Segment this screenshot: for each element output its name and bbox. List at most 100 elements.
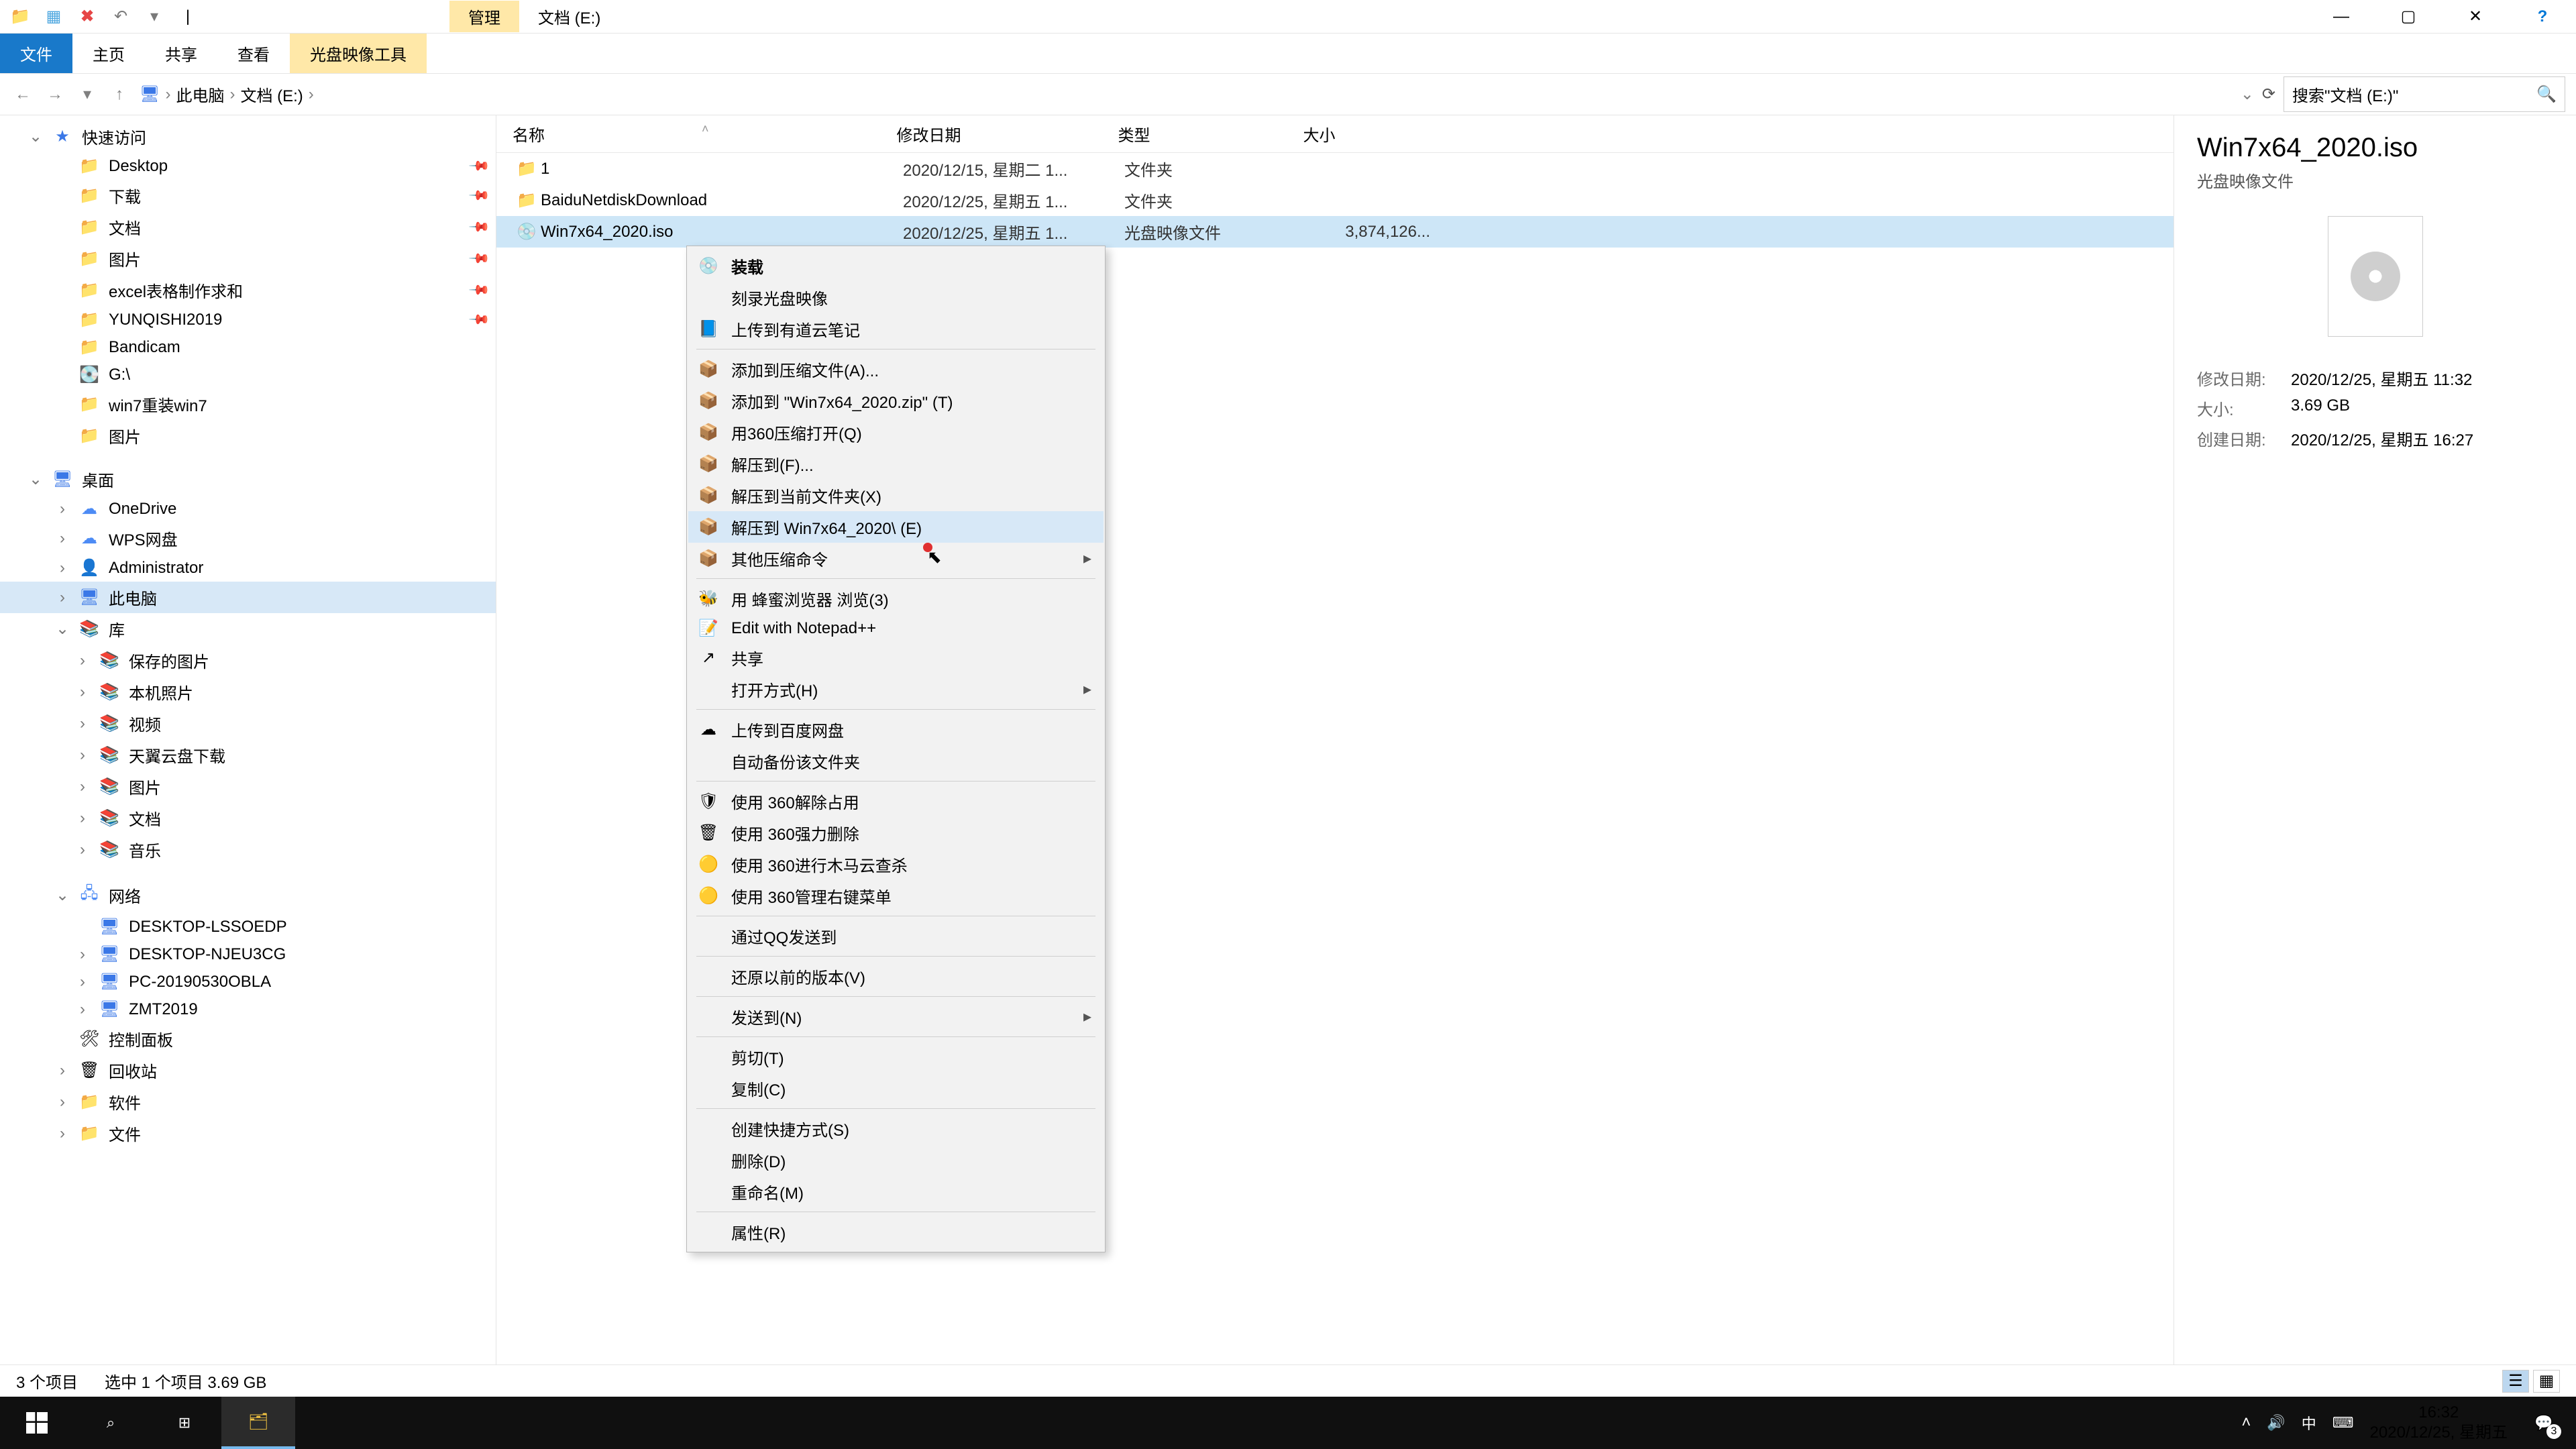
- tree-node[interactable]: ›📚音乐: [0, 834, 496, 865]
- tree-node[interactable]: 💽G:\: [0, 361, 496, 388]
- tree-node[interactable]: ›☁WPS网盘: [0, 523, 496, 554]
- menu-item[interactable]: ☁上传到百度网盘: [688, 714, 1104, 745]
- chevron-icon[interactable]: ›: [55, 529, 70, 548]
- tree-node[interactable]: ›🖥PC-20190530OBLA: [0, 968, 496, 996]
- chevron-icon[interactable]: ›: [75, 809, 90, 828]
- menu-item[interactable]: ↗共享: [688, 642, 1104, 674]
- search-input[interactable]: 搜索"文档 (E:)" 🔍: [2284, 76, 2565, 112]
- tree-node[interactable]: ›🖥此电脑: [0, 582, 496, 613]
- menu-item[interactable]: 打开方式(H)▸: [688, 674, 1104, 705]
- tree-node[interactable]: ⌄★快速访问: [0, 121, 496, 152]
- tree-node[interactable]: 📁下载📌: [0, 180, 496, 211]
- breadcrumb[interactable]: 🖥 › 此电脑 › 文档 (E:) › ⌄: [140, 83, 2254, 106]
- tree-node[interactable]: 🖥DESKTOP-LSSOEDP: [0, 913, 496, 941]
- menu-item[interactable]: 📦解压到(F)...: [688, 448, 1104, 480]
- breadcrumb-dropdown[interactable]: ⌄: [2241, 85, 2254, 104]
- chevron-icon[interactable]: ›: [75, 651, 90, 670]
- maximize-button[interactable]: ▢: [2375, 0, 2442, 34]
- chevron-icon[interactable]: ›: [55, 500, 70, 519]
- tree-node[interactable]: 📁excel表格制作求和📌: [0, 274, 496, 306]
- tree-node[interactable]: ⌄🖧网络: [0, 877, 496, 913]
- notification-center-button[interactable]: 💬 3: [2524, 1403, 2564, 1443]
- menu-item[interactable]: 📘上传到有道云笔记: [688, 313, 1104, 345]
- tree-node[interactable]: ›📚图片: [0, 771, 496, 802]
- chevron-icon[interactable]: ›: [75, 683, 90, 702]
- file-row[interactable]: 📁12020/12/15, 星期二 1...文件夹: [496, 153, 2174, 184]
- chevron-icon[interactable]: ›: [75, 746, 90, 765]
- tree-node[interactable]: 🛠控制面板: [0, 1023, 496, 1055]
- qa-undo-icon[interactable]: ↶: [109, 5, 133, 29]
- menu-item[interactable]: 属性(R): [688, 1216, 1104, 1248]
- chevron-icon[interactable]: ›: [75, 714, 90, 733]
- chevron-icon[interactable]: ⌄: [55, 619, 70, 639]
- ribbon-tab-share[interactable]: 共享: [145, 34, 217, 73]
- chevron-icon[interactable]: ›: [55, 1124, 70, 1143]
- view-details-button[interactable]: ☰: [2502, 1370, 2529, 1393]
- tree-node[interactable]: 📁YUNQISHI2019📌: [0, 306, 496, 333]
- menu-item[interactable]: 🛡使用 360解除占用: [688, 786, 1104, 817]
- nav-tree[interactable]: ⌄★快速访问📁Desktop📌📁下载📌📁文档📌📁图片📌📁excel表格制作求和📌…: [0, 115, 496, 1364]
- taskbar-explorer[interactable]: 🗂: [221, 1397, 295, 1449]
- tree-node[interactable]: ›📚保存的图片: [0, 645, 496, 676]
- tree-node[interactable]: ⌄📚库: [0, 613, 496, 645]
- column-headers[interactable]: 名称 ˄ 修改日期 类型 大小: [496, 115, 2174, 153]
- tree-node[interactable]: ›📚文档: [0, 802, 496, 834]
- tree-node[interactable]: ›📚本机照片: [0, 676, 496, 708]
- col-date[interactable]: 修改日期: [897, 122, 1118, 146]
- nav-forward-button[interactable]: →: [43, 85, 67, 104]
- tree-node[interactable]: 📁图片📌: [0, 243, 496, 274]
- menu-item[interactable]: 📦添加到压缩文件(A)...: [688, 354, 1104, 385]
- ime-indicator[interactable]: 中: [2302, 1412, 2316, 1434]
- menu-item[interactable]: 创建快捷方式(S): [688, 1113, 1104, 1144]
- chevron-icon[interactable]: ›: [75, 945, 90, 964]
- menu-item[interactable]: 📦解压到 Win7x64_2020\ (E): [688, 511, 1104, 543]
- taskbar[interactable]: ⌕ ⊞ 🗂 ˄ 🔊 中 ⌨ 16:32 2020/12/25, 星期五 💬 3: [0, 1397, 2576, 1449]
- menu-item[interactable]: 删除(D): [688, 1144, 1104, 1176]
- chevron-icon[interactable]: ⌄: [28, 470, 43, 489]
- menu-item[interactable]: 通过QQ发送到: [688, 920, 1104, 952]
- chevron-icon[interactable]: ›: [55, 588, 70, 607]
- nav-recent-dropdown[interactable]: ▾: [75, 85, 99, 104]
- tree-node[interactable]: ›📚视频: [0, 708, 496, 739]
- menu-item[interactable]: 💿装载: [688, 250, 1104, 282]
- ribbon-tab-home[interactable]: 主页: [72, 34, 145, 73]
- chevron-icon[interactable]: ⌄: [28, 127, 43, 146]
- col-size[interactable]: 大小: [1303, 122, 1438, 146]
- menu-item[interactable]: 发送到(N)▸: [688, 1001, 1104, 1032]
- tree-node[interactable]: ›👤Administrator: [0, 554, 496, 582]
- tree-node[interactable]: 📁图片: [0, 420, 496, 451]
- file-row[interactable]: 💿Win7x64_2020.iso2020/12/25, 星期五 1...光盘映…: [496, 216, 2174, 248]
- chevron-icon[interactable]: ›: [55, 559, 70, 578]
- ribbon-tab-file[interactable]: 文件: [0, 34, 72, 73]
- qa-delete-icon[interactable]: ✖: [75, 5, 99, 29]
- col-type[interactable]: 类型: [1118, 122, 1303, 146]
- tree-node[interactable]: ›📚天翼云盘下载: [0, 739, 496, 771]
- nav-back-button[interactable]: ←: [11, 85, 35, 104]
- chevron-icon[interactable]: ›: [75, 777, 90, 796]
- chevron-icon[interactable]: ›: [75, 841, 90, 859]
- tree-node[interactable]: ›📁软件: [0, 1086, 496, 1118]
- menu-item[interactable]: 剪切(T): [688, 1041, 1104, 1073]
- chevron-icon[interactable]: ›: [55, 1093, 70, 1112]
- menu-item[interactable]: 🟡使用 360管理右键菜单: [688, 880, 1104, 912]
- search-button[interactable]: ⌕: [74, 1397, 148, 1449]
- tree-node[interactable]: ›🖥DESKTOP-NJEU3CG: [0, 941, 496, 968]
- taskbar-clock[interactable]: 16:32 2020/12/25, 星期五: [2370, 1403, 2508, 1443]
- start-button[interactable]: [0, 1397, 74, 1449]
- refresh-button[interactable]: ⟳: [2262, 85, 2275, 104]
- tree-node[interactable]: ⌄🖥桌面: [0, 464, 496, 495]
- menu-item[interactable]: 还原以前的版本(V): [688, 961, 1104, 992]
- title-context-tab[interactable]: 管理: [449, 1, 519, 32]
- menu-item[interactable]: 📦解压到当前文件夹(X): [688, 480, 1104, 511]
- menu-item[interactable]: 刻录光盘映像: [688, 282, 1104, 313]
- tree-node[interactable]: 📁Desktop📌: [0, 152, 496, 180]
- menu-item[interactable]: 📦其他压缩命令▸: [688, 543, 1104, 574]
- menu-item[interactable]: 复制(C): [688, 1073, 1104, 1104]
- file-row[interactable]: 📁BaiduNetdiskDownload2020/12/25, 星期五 1..…: [496, 184, 2174, 216]
- nav-up-button[interactable]: ↑: [107, 85, 131, 104]
- tree-node[interactable]: ›📁文件: [0, 1118, 496, 1149]
- volume-icon[interactable]: 🔊: [2267, 1414, 2285, 1432]
- menu-item[interactable]: 🟡使用 360进行木马云查杀: [688, 849, 1104, 880]
- tree-node[interactable]: 📁win7重装win7: [0, 388, 496, 420]
- view-thumbnails-button[interactable]: ▦: [2533, 1370, 2560, 1393]
